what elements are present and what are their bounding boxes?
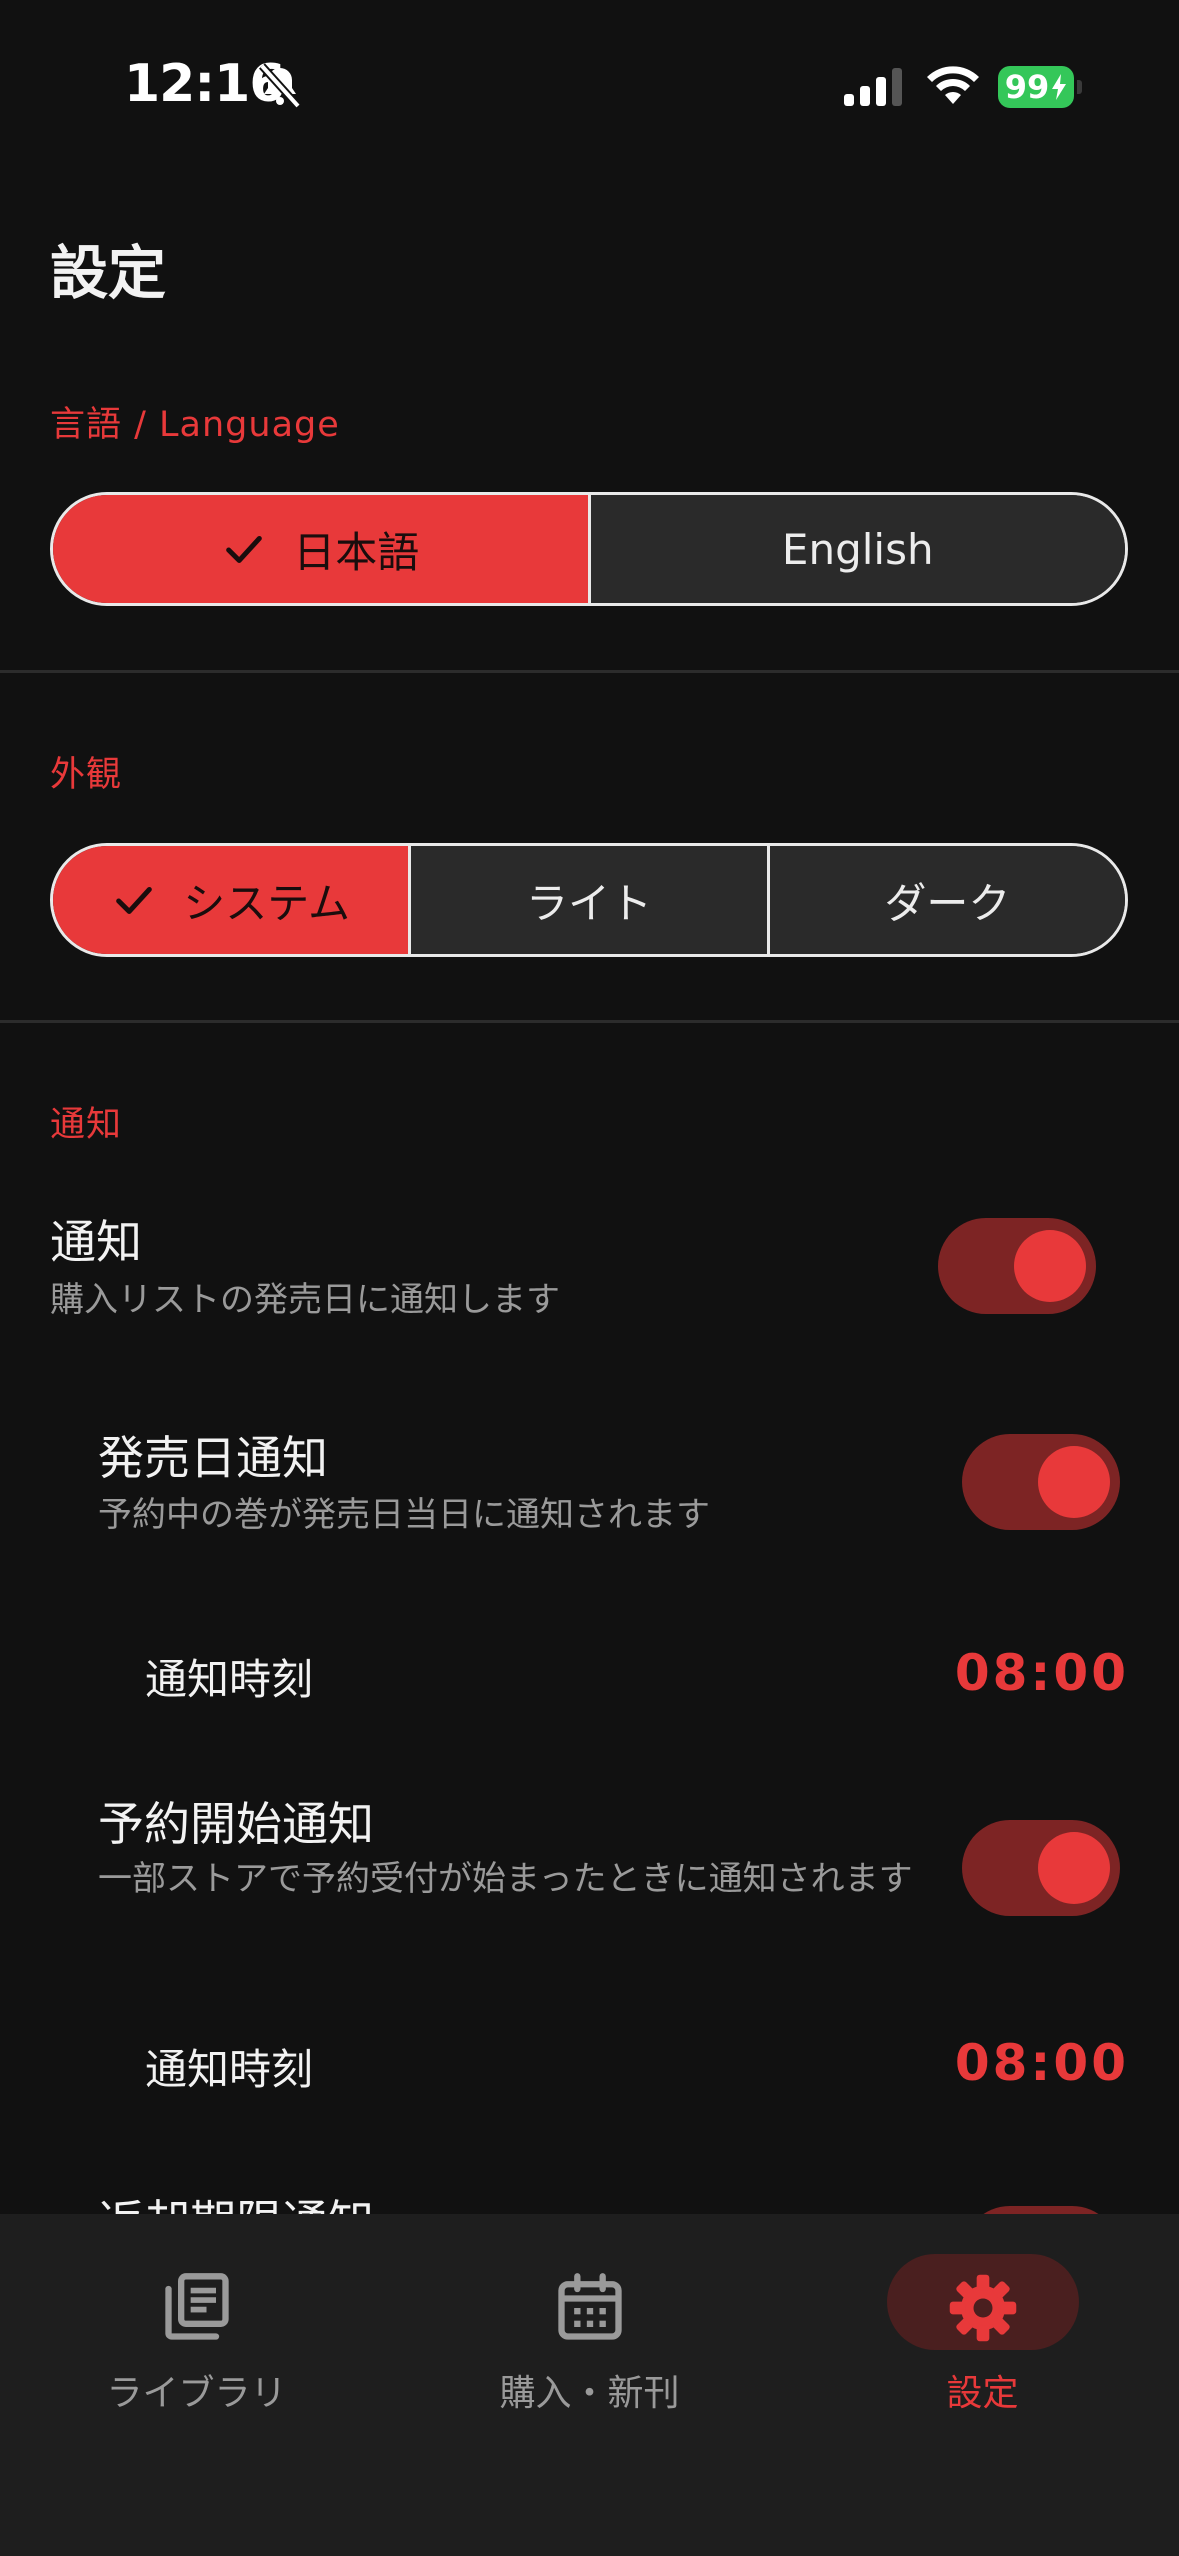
checkmark-icon <box>116 886 153 914</box>
gear-icon <box>949 2274 1016 2342</box>
cellular-signal-icon <box>844 68 902 106</box>
language-option-label: English <box>781 524 934 574</box>
release-time-label: 通知時刻 <box>145 1655 314 1704</box>
toggle-knob <box>1014 1230 1086 1302</box>
appearance-option-light[interactable]: ライト <box>408 846 767 954</box>
bottom-navigation: ライブラリ 購入・新刊 設定 <box>0 2214 1179 2556</box>
notification-row-subtitle: 購入リストの発売日に通知します <box>50 1280 560 1320</box>
toggle-knob <box>1038 1832 1110 1904</box>
nav-label: ライブラリ <box>106 2373 287 2414</box>
battery-level: 99 <box>1004 68 1050 106</box>
preorder-row-title: 予約開始通知 <box>98 1797 374 1851</box>
nav-item-library[interactable]: ライブラリ <box>0 2214 393 2414</box>
bell-slash-icon <box>259 63 301 109</box>
toggle-knob <box>1038 1446 1110 1518</box>
release-day-row-title: 発売日通知 <box>98 1431 328 1485</box>
language-option-label: 日本語 <box>293 527 420 577</box>
appearance-option-dark[interactable]: ダーク <box>766 846 1125 954</box>
appearance-option-label: ダーク <box>884 878 1011 928</box>
appearance-option-label: システム <box>183 878 351 928</box>
preorder-time-label: 通知時刻 <box>145 2045 314 2094</box>
library-icon <box>164 2273 229 2340</box>
battery-charging-icon: 99 <box>998 66 1074 108</box>
preorder-row-subtitle: 一部ストアで予約受付が始まったときに通知されます <box>98 1859 913 1899</box>
appearance-option-label: ライト <box>525 878 652 928</box>
battery-nub <box>1077 80 1082 94</box>
bolt-icon <box>1052 74 1067 100</box>
preorder-time-value[interactable]: 08:00 <box>955 2034 1129 2092</box>
preorder-toggle[interactable] <box>962 1820 1120 1916</box>
language-segmented-control: 日本語 English <box>50 492 1128 606</box>
language-option-english[interactable]: English <box>587 495 1125 603</box>
appearance-section-label: 外観 <box>50 755 123 795</box>
language-option-japanese[interactable]: 日本語 <box>53 495 588 603</box>
notifications-toggle[interactable] <box>938 1218 1096 1314</box>
release-day-toggle[interactable] <box>962 1434 1120 1530</box>
appearance-segmented-control: システム ライト ダーク <box>50 843 1128 957</box>
nav-label: 設定 <box>946 2373 1019 2414</box>
wifi-icon <box>927 66 979 104</box>
appearance-option-system[interactable]: システム <box>53 846 409 954</box>
notifications-section-label: 通知 <box>50 1105 123 1145</box>
nav-item-settings[interactable]: 設定 <box>786 2214 1179 2414</box>
notification-row-title: 通知 <box>50 1215 142 1269</box>
language-section-label: 言語 / Language <box>50 405 340 445</box>
nav-label: 購入・新刊 <box>499 2373 680 2414</box>
section-divider <box>0 670 1179 673</box>
nav-item-purchase[interactable]: 購入・新刊 <box>393 2214 786 2414</box>
release-day-row-subtitle: 予約中の巻が発売日当日に通知されます <box>98 1495 710 1535</box>
page-title: 設定 <box>50 239 167 307</box>
release-time-value[interactable]: 08:00 <box>955 1644 1129 1702</box>
checkmark-icon <box>226 535 263 563</box>
section-divider <box>0 1020 1179 1023</box>
calendar-icon <box>557 2273 622 2340</box>
